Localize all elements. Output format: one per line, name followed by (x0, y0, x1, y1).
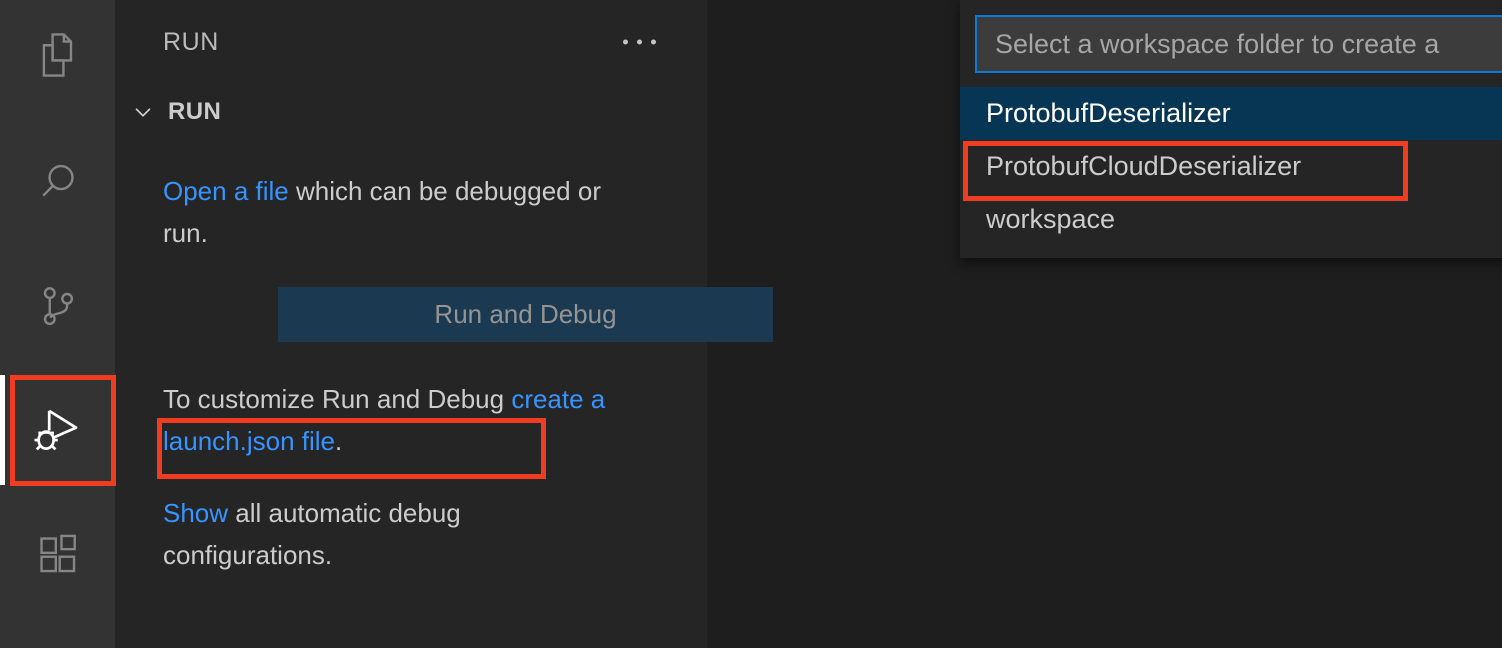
run-and-debug-icon (27, 399, 89, 461)
activity-bar-item-run-and-debug[interactable] (0, 375, 115, 485)
sidebar-more-actions-button[interactable] (619, 34, 660, 51)
welcome-show-configurations-paragraph: Show all automatic debug configurations. (163, 492, 615, 576)
quick-pick-item-label: ProtobufDeserializer (986, 98, 1231, 128)
run-and-debug-sidebar: RUN RUN Open a file which can be debugge… (115, 0, 773, 648)
run-and-debug-button[interactable]: Run and Debug (278, 287, 773, 342)
search-icon (32, 155, 84, 207)
ellipsis-icon (623, 39, 656, 45)
files-icon (32, 29, 84, 81)
chevron-down-icon (128, 99, 158, 125)
sidebar-header: RUN (115, 18, 707, 66)
source-control-icon (32, 281, 84, 333)
extensions-icon (32, 529, 84, 581)
activity-bar-item-search[interactable] (0, 126, 115, 236)
run-section-header[interactable]: RUN (115, 92, 707, 132)
customize-suffix-text: . (335, 426, 343, 456)
quick-pick-item[interactable]: ProtobufCloudDeserializer (960, 140, 1502, 193)
sidebar-title: RUN (163, 27, 219, 56)
quick-pick-item[interactable]: ProtobufDeserializer (960, 87, 1502, 140)
quick-pick-list: ProtobufDeserializer ProtobufCloudDeseri… (960, 87, 1502, 258)
activity-bar (0, 0, 115, 648)
run-section-label: RUN (168, 98, 222, 125)
quick-pick-item-label: workspace (986, 204, 1116, 234)
activity-bar-item-extensions[interactable] (0, 500, 115, 610)
activity-bar-item-explorer[interactable] (0, 0, 115, 110)
quick-pick-input-container[interactable] (975, 15, 1502, 73)
customize-prefix-text: To customize Run and Debug (163, 384, 512, 414)
welcome-customize-paragraph: To customize Run and Debug create a laun… (163, 378, 615, 462)
quick-pick-input[interactable] (977, 28, 1502, 60)
open-a-file-link[interactable]: Open a file (163, 176, 289, 206)
show-all-configurations-link[interactable]: Show (163, 498, 228, 528)
quick-pick-item-label: ProtobufCloudDeserializer (986, 151, 1302, 181)
activity-bar-item-source-control[interactable] (0, 252, 115, 362)
run-and-debug-button-label: Run and Debug (434, 299, 617, 329)
quick-pick-widget: ProtobufDeserializer ProtobufCloudDeseri… (960, 0, 1502, 258)
quick-pick-item[interactable]: workspace (960, 193, 1502, 246)
welcome-open-file-paragraph: Open a file which can be debugged or run… (163, 170, 615, 254)
